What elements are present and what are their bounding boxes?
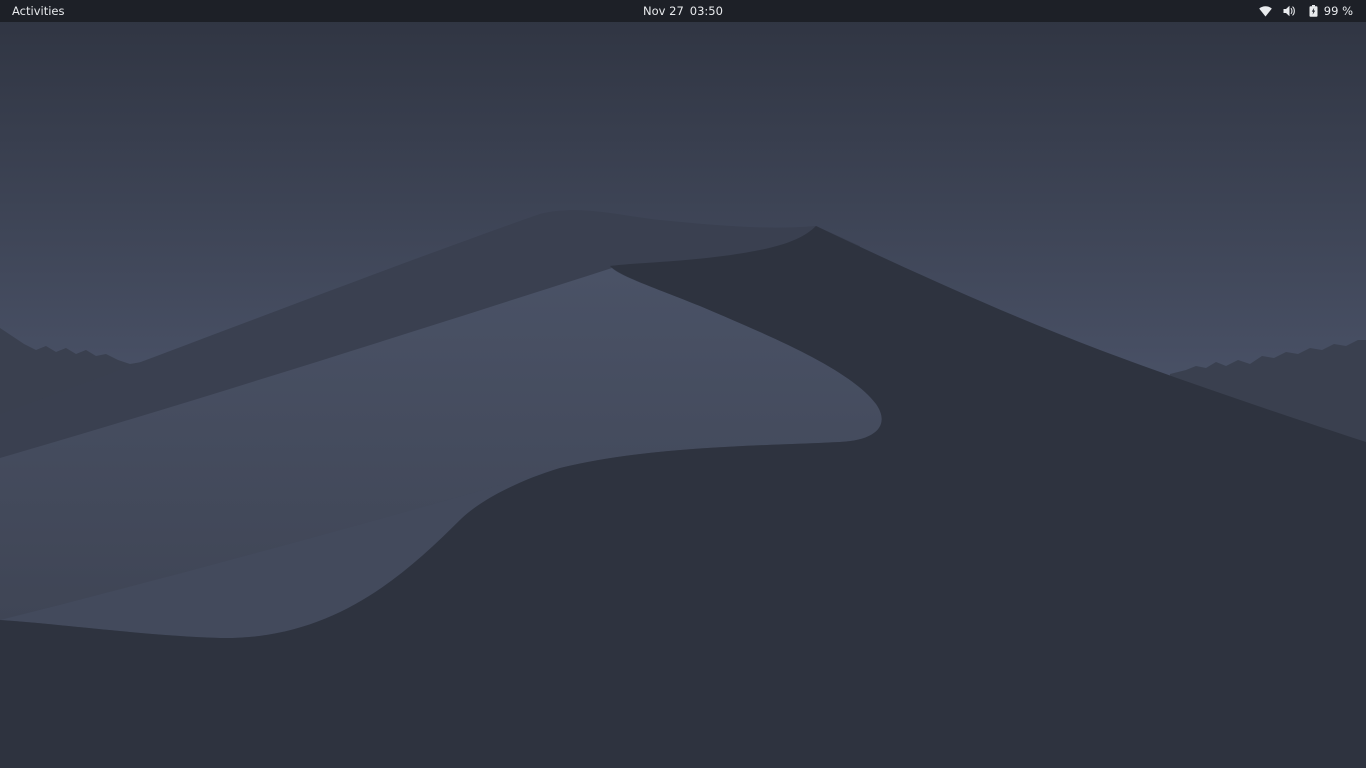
volume-icon[interactable] xyxy=(1283,4,1297,18)
clock-date: Nov 27 xyxy=(643,4,684,18)
wifi-icon[interactable] xyxy=(1259,4,1273,18)
top-bar: Activities Nov 27 03:50 99 % xyxy=(0,0,1366,22)
activities-button[interactable]: Activities xyxy=(12,0,64,22)
battery-icon[interactable] xyxy=(1307,4,1321,18)
desktop[interactable]: Activities Nov 27 03:50 99 % xyxy=(0,0,1366,768)
clock-button[interactable]: Nov 27 03:50 xyxy=(643,0,723,22)
system-tray[interactable]: 99 % xyxy=(1259,0,1353,22)
clock-area: Nov 27 03:50 xyxy=(0,0,1366,22)
desktop-wallpaper xyxy=(0,0,1366,768)
clock-time: 03:50 xyxy=(689,4,723,18)
battery-percentage[interactable]: 99 % xyxy=(1324,0,1353,22)
